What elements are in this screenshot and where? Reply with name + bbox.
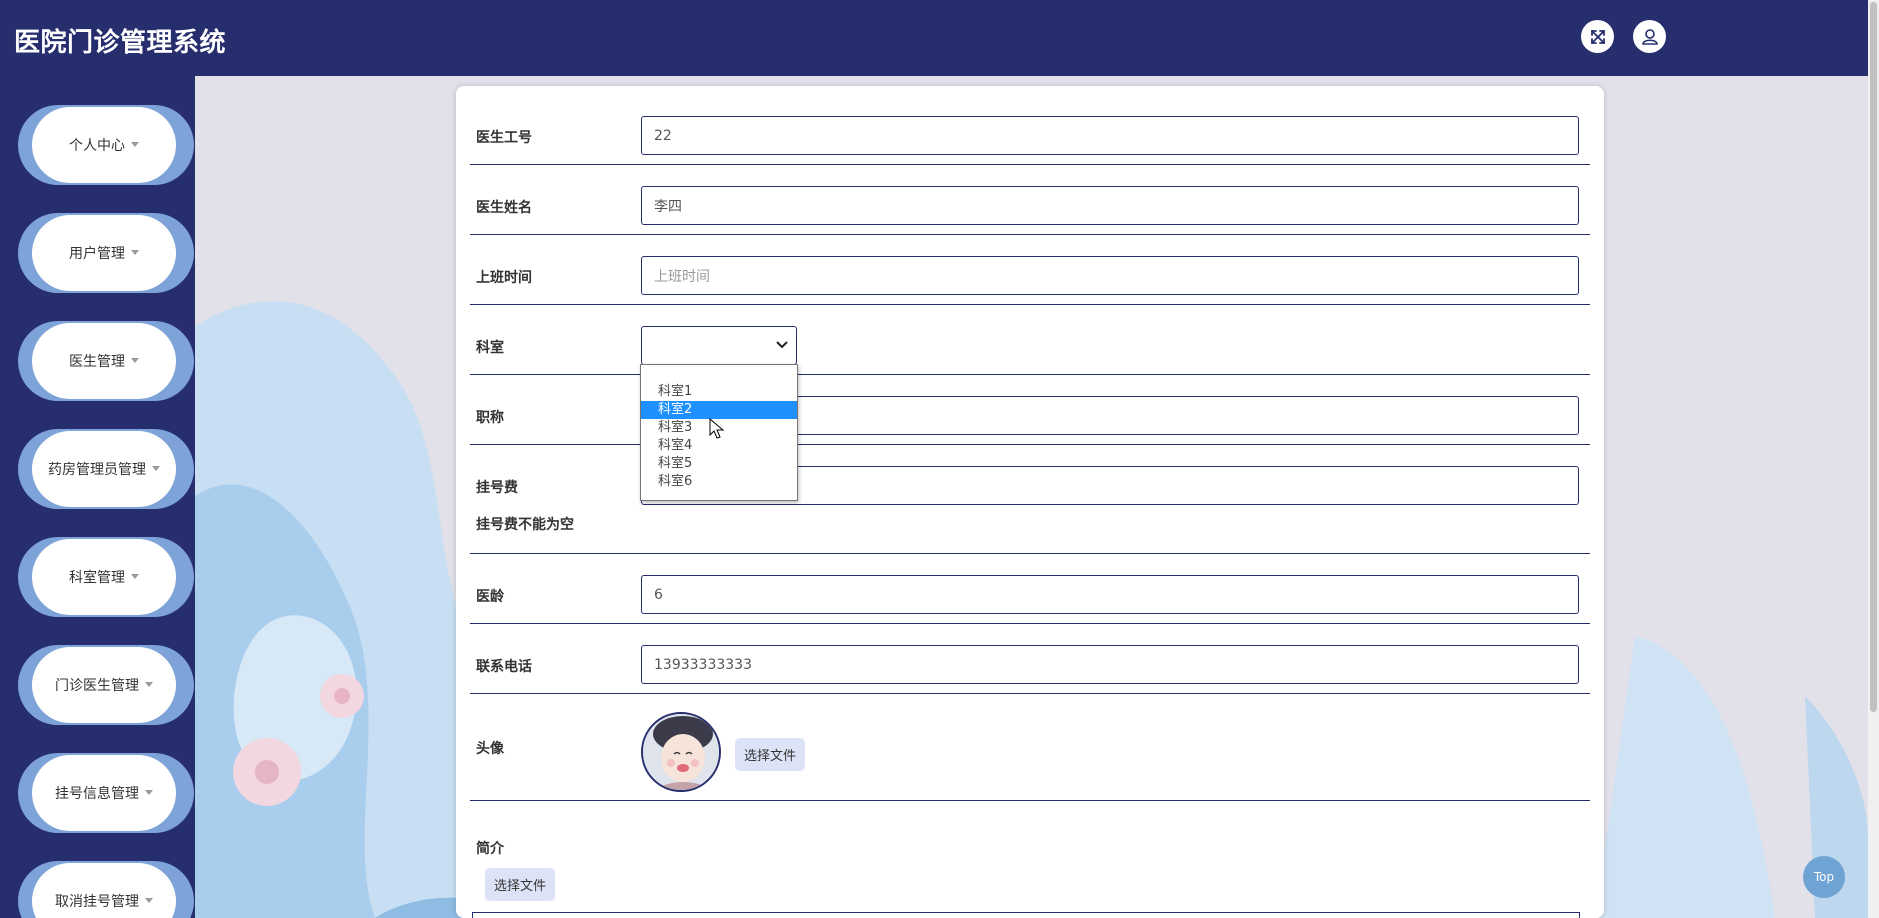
nav-pill: 医生管理 xyxy=(32,323,176,399)
sidebar-item-label: 门诊医生管理 xyxy=(55,678,139,694)
avatar-choose-file-button[interactable]: 选择文件 xyxy=(735,738,806,771)
doctor-name-label: 医生姓名 xyxy=(476,200,532,216)
form-row-avatar: 头像 xyxy=(470,694,1590,801)
scrollbar-thumb[interactable] xyxy=(1870,2,1877,712)
sidebar: 个人中心 用户管理 医生管理 药房管理员管理 科室管理 门诊医生管理 挂号信息管… xyxy=(0,76,195,918)
department-label: 科室 xyxy=(476,340,504,356)
nav-pill: 门诊医生管理 xyxy=(32,647,176,723)
sidebar-item-label: 取消挂号管理 xyxy=(55,894,139,910)
intro-editor-top[interactable] xyxy=(472,912,1580,918)
sidebar-item-label: 挂号信息管理 xyxy=(55,786,139,802)
caret-down-icon xyxy=(131,249,139,255)
department-select[interactable] xyxy=(641,326,797,365)
sidebar-item-personal-center[interactable]: 个人中心 xyxy=(18,105,194,185)
sidebar-item-outpatient-doctor-management[interactable]: 门诊医生管理 xyxy=(18,645,194,725)
form-row-years: 医龄 6 xyxy=(470,554,1590,624)
form-row-department: 科室 xyxy=(470,305,1590,375)
fullscreen-expand-icon xyxy=(1590,29,1605,44)
doctor-id-input[interactable]: 22 xyxy=(641,116,1579,155)
fee-error-message: 挂号费不能为空 xyxy=(476,517,574,533)
sidebar-item-label: 个人中心 xyxy=(69,138,125,154)
title-label: 职称 xyxy=(476,410,504,426)
department-option[interactable]: 科室5 xyxy=(641,455,797,473)
caret-down-icon xyxy=(145,897,153,903)
chevron-down-icon xyxy=(776,341,788,349)
caret-down-icon xyxy=(131,357,139,363)
intro-choose-file-button[interactable]: 选择文件 xyxy=(485,868,556,901)
sidebar-item-label: 医生管理 xyxy=(69,354,125,370)
doctor-id-label: 医生工号 xyxy=(476,130,532,146)
mouse-cursor-icon xyxy=(709,418,725,439)
phone-input[interactable]: 13933333333 xyxy=(641,645,1579,684)
sidebar-item-label: 药房管理员管理 xyxy=(48,462,146,478)
avatar-label: 头像 xyxy=(476,741,504,757)
sidebar-item-doctor-management[interactable]: 医生管理 xyxy=(18,321,194,401)
department-option[interactable]: 科室6 xyxy=(641,473,797,491)
work-time-label: 上班时间 xyxy=(476,270,532,286)
caret-down-icon xyxy=(131,573,139,579)
form-row-phone: 联系电话 13933333333 xyxy=(470,624,1590,694)
caret-down-icon xyxy=(145,789,153,795)
caret-down-icon xyxy=(152,465,160,471)
years-input[interactable]: 6 xyxy=(641,575,1579,614)
fullscreen-button[interactable] xyxy=(1581,20,1614,53)
form-row-fee: 挂号费 xyxy=(470,445,1590,554)
doctor-name-input[interactable]: 李四 xyxy=(641,186,1579,225)
app-title: 医院门诊管理系统 xyxy=(14,28,227,58)
sidebar-item-user-management[interactable]: 用户管理 xyxy=(18,213,194,293)
caret-down-icon xyxy=(131,141,139,147)
sidebar-item-pharmacy-admin-management[interactable]: 药房管理员管理 xyxy=(18,429,194,509)
intro-label: 简介 xyxy=(476,841,504,857)
nav-pill: 科室管理 xyxy=(32,539,176,615)
years-label: 医龄 xyxy=(476,589,504,605)
nav-pill: 用户管理 xyxy=(32,215,176,291)
nav-pill: 药房管理员管理 xyxy=(32,431,176,507)
form-row-doctor-id: 医生工号 22 xyxy=(470,86,1590,165)
sidebar-item-department-management[interactable]: 科室管理 xyxy=(18,537,194,617)
sidebar-item-cancel-registration-management[interactable]: 取消挂号管理 xyxy=(18,861,194,918)
nav-pill: 取消挂号管理 xyxy=(32,863,176,918)
form-row-doctor-name: 医生姓名 李四 xyxy=(470,165,1590,235)
avatar-image xyxy=(641,712,721,792)
nav-pill: 挂号信息管理 xyxy=(32,755,176,831)
fee-label: 挂号费 xyxy=(476,480,518,496)
sidebar-item-registration-management[interactable]: 挂号信息管理 xyxy=(18,753,194,833)
caret-down-icon xyxy=(145,681,153,687)
department-option[interactable]: 科室1 xyxy=(641,383,797,401)
form-row-title: 职称 xyxy=(470,375,1590,445)
work-time-input[interactable]: 上班时间 xyxy=(641,256,1579,295)
department-option-highlighted[interactable]: 科室2 xyxy=(641,401,797,419)
page-scrollbar[interactable] xyxy=(1868,0,1879,918)
back-to-top-button[interactable]: Top xyxy=(1803,856,1845,898)
doctor-edit-form: 医生工号 22 医生姓名 李四 上班时间 上班时间 科室 职称 挂号费 挂号费不… xyxy=(456,86,1604,918)
sidebar-item-label: 科室管理 xyxy=(69,570,125,586)
phone-label: 联系电话 xyxy=(476,659,532,675)
user-icon xyxy=(1641,28,1658,45)
form-row-work-time: 上班时间 上班时间 xyxy=(470,235,1590,305)
nav-pill: 个人中心 xyxy=(32,107,176,183)
user-menu-button[interactable] xyxy=(1633,20,1666,53)
top-header: 医院门诊管理系统 xyxy=(0,0,1868,76)
sidebar-item-label: 用户管理 xyxy=(69,246,125,262)
